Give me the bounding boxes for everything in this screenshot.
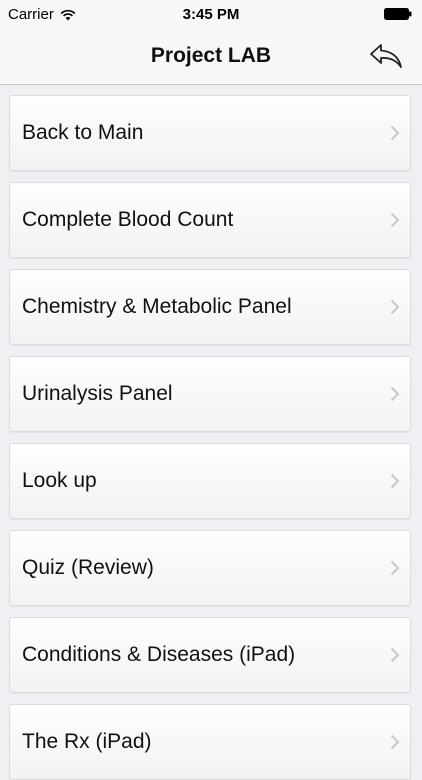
menu-item-label: Look up bbox=[22, 469, 97, 492]
chevron-right-icon bbox=[390, 212, 400, 228]
menu-item-label: The Rx (iPad) bbox=[22, 730, 152, 753]
chevron-right-icon bbox=[390, 734, 400, 750]
clock: 3:45 PM bbox=[182, 6, 240, 23]
menu-item-back-to-main[interactable]: Back to Main bbox=[9, 95, 411, 171]
menu-item-label: Conditions & Diseases (iPad) bbox=[22, 643, 296, 666]
menu-item-chemistry-metabolic-panel[interactable]: Chemistry & Metabolic Panel bbox=[9, 269, 411, 345]
menu-item-quiz-review[interactable]: Quiz (Review) bbox=[9, 530, 411, 606]
chevron-right-icon bbox=[390, 125, 400, 141]
chevron-right-icon bbox=[390, 386, 400, 402]
menu-item-urinalysis-panel[interactable]: Urinalysis Panel bbox=[9, 356, 411, 432]
chevron-right-icon bbox=[390, 560, 400, 576]
chevron-right-icon bbox=[390, 299, 400, 315]
menu-item-the-rx[interactable]: The Rx (iPad) bbox=[9, 704, 411, 780]
navigation-bar: Project LAB bbox=[0, 30, 422, 85]
menu-item-label: Back to Main bbox=[22, 121, 144, 144]
chevron-right-icon bbox=[390, 647, 400, 663]
menu-item-label: Quiz (Review) bbox=[22, 556, 154, 579]
status-bar: Carrier 3:45 PM bbox=[0, 0, 422, 30]
menu-item-look-up[interactable]: Look up bbox=[9, 443, 411, 519]
chevron-right-icon bbox=[390, 473, 400, 489]
menu-item-conditions-diseases[interactable]: Conditions & Diseases (iPad) bbox=[9, 617, 411, 693]
reply-arrow-icon[interactable] bbox=[368, 42, 404, 70]
menu-item-complete-blood-count[interactable]: Complete Blood Count bbox=[9, 182, 411, 258]
battery-icon bbox=[384, 8, 412, 20]
menu-item-label: Chemistry & Metabolic Panel bbox=[22, 295, 292, 318]
menu-item-label: Urinalysis Panel bbox=[22, 382, 173, 405]
page-title: Project LAB bbox=[150, 44, 272, 67]
menu-item-label: Complete Blood Count bbox=[22, 208, 234, 231]
